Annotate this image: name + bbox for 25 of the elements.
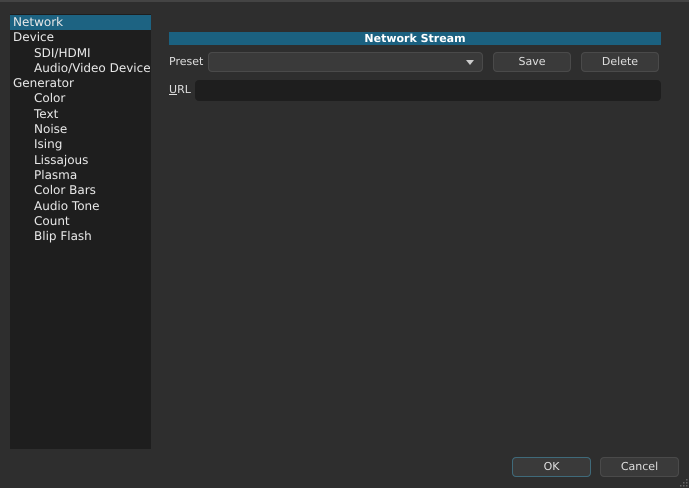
save-button[interactable]: Save bbox=[493, 52, 571, 72]
sidebar-item[interactable]: Color Bars bbox=[10, 183, 151, 199]
sidebar-item[interactable]: Blip Flash bbox=[10, 229, 151, 244]
dropdown-caret-icon bbox=[466, 60, 474, 64]
ok-button[interactable]: OK bbox=[512, 457, 591, 477]
sidebar-item[interactable]: Audio/Video Device bbox=[10, 60, 151, 76]
sidebar-item[interactable]: SDI/HDMI bbox=[10, 46, 151, 61]
sidebar-item[interactable]: Generator bbox=[10, 76, 151, 92]
sidebar-item[interactable]: Audio Tone bbox=[10, 198, 151, 214]
sidebar-item[interactable]: Noise bbox=[10, 122, 151, 138]
panel-title: Network Stream bbox=[169, 32, 661, 45]
url-label: URL bbox=[169, 82, 192, 98]
sidebar-item[interactable]: Lissajous bbox=[10, 152, 151, 168]
sidebar-item[interactable]: Text bbox=[10, 106, 151, 122]
delete-button[interactable]: Delete bbox=[581, 52, 659, 72]
sidebar-item[interactable]: Plasma bbox=[10, 168, 151, 184]
preset-label: Preset bbox=[169, 54, 204, 70]
sidebar-item[interactable]: Count bbox=[10, 214, 151, 230]
sidebar-item[interactable]: Color bbox=[10, 91, 151, 107]
cancel-button[interactable]: Cancel bbox=[600, 457, 679, 477]
sidebar-item[interactable]: Device bbox=[10, 30, 151, 46]
preset-dropdown[interactable] bbox=[208, 52, 483, 72]
sidebar-item[interactable]: Ising bbox=[10, 137, 151, 153]
resize-grip-icon bbox=[679, 478, 688, 487]
sidebar-item[interactable]: Network bbox=[10, 15, 151, 30]
